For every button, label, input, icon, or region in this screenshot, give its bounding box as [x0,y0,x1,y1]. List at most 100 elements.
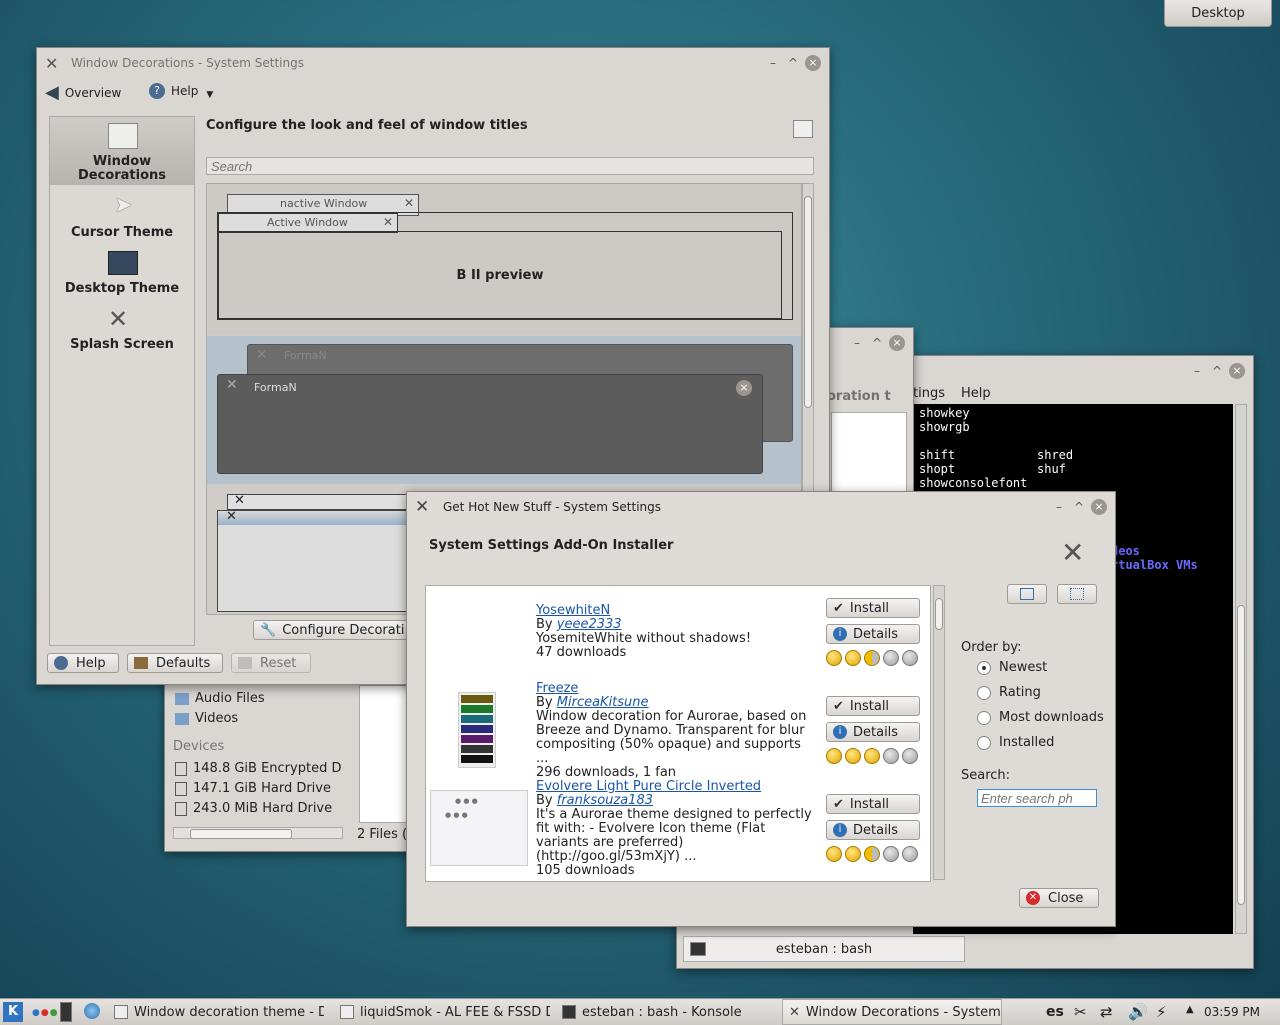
term-dir-entry: rtualBox VMs [1111,558,1198,572]
addon-author-link[interactable]: MirceaKitsune [557,695,649,710]
addon-author-link[interactable]: franksouza183 [557,793,653,808]
radio-most-downloads[interactable] [977,711,991,725]
places-hscrollbar[interactable] [173,827,343,839]
konsole-tab[interactable]: esteban : bash [683,936,965,962]
icon-view-icon [1070,588,1084,600]
install-button[interactable]: ✔ Install [826,696,920,716]
task-konsole[interactable]: esteban : bash - Konsole [562,999,772,1025]
maximize-icon[interactable]: ^ [869,335,885,351]
menu-help[interactable]: Help [961,386,991,401]
addon-list[interactable]: YosewhiteN By yeee2333 YosemiteWhite wit… [425,585,931,882]
taskbar: K ●●● Window decoration theme - D liquid… [0,998,1280,1025]
help-icon [54,656,68,670]
addon-name-link[interactable]: YosewhiteN [536,603,610,618]
ghns-titlebar[interactable]: ✕ Get Hot New Stuff - System Settings – … [407,492,1115,522]
addon-stats: 296 downloads, 1 fan [536,765,677,780]
addon-name-link[interactable]: Freeze [536,681,578,696]
install-button[interactable]: ✔ Install [826,598,920,618]
klipper-icon[interactable]: ✂ [1074,1003,1087,1021]
reset-button[interactable]: Reset [231,653,311,673]
details-button[interactable]: i Details [826,820,920,840]
ghns-dialog[interactable]: ✕ Get Hot New Stuff - System Settings – … [406,491,1116,927]
sidebar-item-desktop-theme[interactable]: Desktop Theme [50,249,194,301]
details-button[interactable]: i Details [826,722,920,742]
reset-icon [238,657,252,669]
help-button[interactable]: Help [47,653,119,673]
details-button[interactable]: i Details [826,624,920,644]
star-icon [902,846,918,862]
decoration-preview-selected[interactable]: nactive Window ✕ Active Window ✕ B II pr… [207,184,801,334]
device-item[interactable]: 148.8 GiB Encrypted D [175,761,341,776]
minimize-icon[interactable]: – [849,335,865,351]
icon-view-button[interactable] [1057,584,1097,604]
keyboard-layout[interactable]: es [1046,1004,1064,1020]
configure-icon[interactable] [793,120,813,138]
task-window-decorations[interactable]: ✕ Window Decorations - System [782,999,1002,1025]
place-item-audio[interactable]: Audio Files [175,691,265,706]
status-text: 2 Files ( [357,827,408,842]
list-item[interactable]: Freeze By MirceaKitsune Window decoratio… [426,682,930,780]
task-liquidsmok[interactable]: liquidSmok - AL FEE & FSSD D [340,999,550,1025]
checkmark-icon: ✔ [833,600,844,616]
radio-newest[interactable] [977,661,991,675]
help-menu-button[interactable]: ? Help ▼ [149,82,213,100]
settings-app-icon: ✕ [45,54,59,73]
file-manager-window[interactable]: Audio Files Videos Devices 148.8 GiB Enc… [164,670,426,852]
close-icon[interactable]: × [889,335,905,351]
list-view-button[interactable] [1007,584,1047,604]
desktop-pager[interactable]: Desktop [1164,0,1272,27]
addon-author-link[interactable]: yeee2333 [557,617,622,632]
list-item[interactable]: ● ● ● ● ● ● Evolvere Light Pure Circle I… [426,780,930,881]
install-button[interactable]: ✔ Install [826,794,920,814]
info-icon: i [833,725,847,739]
place-item-videos[interactable]: Videos [175,711,238,726]
decoration-search-input[interactable] [206,157,814,175]
addon-description: YosemiteWhite without shadows! [536,631,752,646]
maximize-icon[interactable]: ^ [1071,499,1087,515]
minimize-icon[interactable]: – [1051,499,1067,515]
settings-toolbar: ◀ Overview ? Help ▼ [45,82,345,106]
star-icon [864,748,880,764]
radio-rating[interactable] [977,686,991,700]
tray-expand-icon[interactable]: ▲ [1186,1004,1194,1015]
close-icon[interactable]: × [805,55,821,71]
device-item[interactable]: 243.0 MiB Hard Drive [175,801,332,816]
show-desktop-icon[interactable] [60,1002,72,1022]
addon-list-scrollbar[interactable] [933,585,945,880]
addon-search-input[interactable] [977,789,1097,807]
radio-installed[interactable] [977,736,991,750]
window-decorations-icon [108,123,138,149]
sidebar-item-cursor-theme[interactable]: ➤ Cursor Theme [50,191,194,243]
list-item[interactable]: YosewhiteN By yeee2333 YosemiteWhite wit… [426,586,930,682]
sidebar-item-splash-screen[interactable]: ✕ Splash Screen [50,305,194,357]
maximize-icon[interactable]: ^ [785,55,801,71]
decoration-preview-forman[interactable]: ✕ FormaN ✕ FormaN × [207,336,801,484]
minimize-icon[interactable]: – [765,55,781,71]
device-item[interactable]: 147.1 GiB Hard Drive [175,781,331,796]
task-window-decoration-theme[interactable]: Window decoration theme - D [114,999,324,1025]
volume-icon[interactable]: 🔊 [1128,1002,1148,1021]
addon-name-link[interactable]: Evolvere Light Pure Circle Inverted [536,779,761,794]
preview-label: B II preview [456,267,544,283]
terminal-scrollbar[interactable] [1235,404,1247,934]
menu-settings[interactable]: tings [913,386,945,401]
overview-button[interactable]: ◀ Overview [45,82,121,103]
close-icon[interactable]: × [1091,499,1107,515]
kde-menu-icon[interactable]: K [3,1002,23,1022]
power-icon[interactable]: ⚡ [1156,1003,1167,1021]
close-button[interactable]: ✕ Close [1019,888,1099,908]
star-icon [826,846,842,862]
file-view[interactable] [359,685,411,823]
close-icon[interactable]: × [1229,363,1245,379]
activity-manager-icon[interactable]: ●●● [32,1008,59,1018]
close-icon: ✕ [234,493,245,508]
settings-titlebar[interactable]: ✕ Window Decorations - System Settings –… [37,48,829,78]
browser-icon[interactable] [84,1003,100,1019]
maximize-icon[interactable]: ^ [1209,363,1225,379]
clock[interactable]: 03:59 PM [1204,1005,1260,1019]
sidebar-item-window-decorations[interactable]: Window Decorations [50,117,194,185]
defaults-button[interactable]: Defaults [127,653,223,673]
addon-stats: 47 downloads [536,645,627,660]
minimize-icon[interactable]: – [1189,363,1205,379]
network-icon[interactable]: ⇄ [1100,1003,1113,1021]
